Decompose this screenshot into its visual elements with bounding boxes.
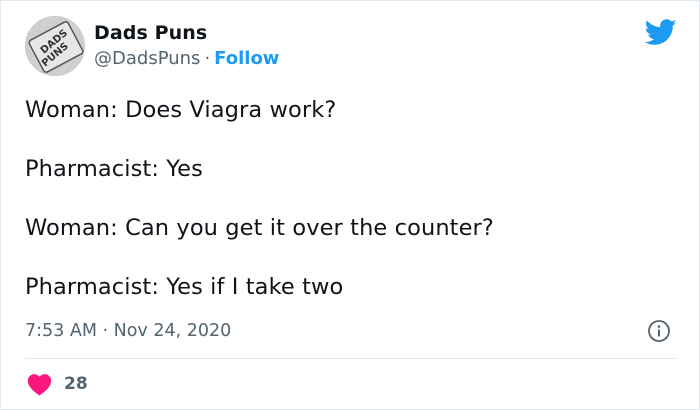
author-handle-line: @DadsPuns · Follow	[94, 46, 279, 72]
tweet-line: Woman: Can you get it over the counter?	[25, 215, 494, 241]
twitter-bird-icon[interactable]	[645, 19, 677, 46]
avatar[interactable]: DADS PUNS	[25, 16, 85, 76]
tweet-header: DADS PUNS Dads Puns @DadsPuns · Follow	[25, 14, 677, 78]
like-button[interactable]: 28	[27, 370, 88, 398]
follow-link[interactable]: Follow	[214, 48, 279, 69]
tweet-card: DADS PUNS Dads Puns @DadsPuns · Follow Wom…	[0, 0, 700, 410]
heart-icon	[27, 373, 52, 396]
avatar-image: DADS PUNS	[26, 17, 84, 75]
divider	[25, 358, 677, 359]
author-handle[interactable]: @DadsPuns	[94, 48, 200, 69]
info-icon[interactable]	[647, 319, 671, 343]
tweet-line: Pharmacist: Yes if I take two	[25, 274, 344, 300]
handle-separator: ·	[204, 48, 211, 69]
author-info: Dads Puns @DadsPuns · Follow	[94, 20, 279, 72]
tweet-line: Pharmacist: Yes	[25, 156, 203, 182]
tweet-text: Woman: Does Viagra work? Pharmacist: Yes…	[25, 94, 665, 303]
tweet-line: Woman: Does Viagra work?	[25, 97, 337, 123]
like-count: 28	[64, 374, 88, 394]
tweet-timestamp[interactable]: 7:53 AM · Nov 24, 2020	[25, 318, 231, 344]
author-display-name[interactable]: Dads Puns	[94, 20, 279, 46]
